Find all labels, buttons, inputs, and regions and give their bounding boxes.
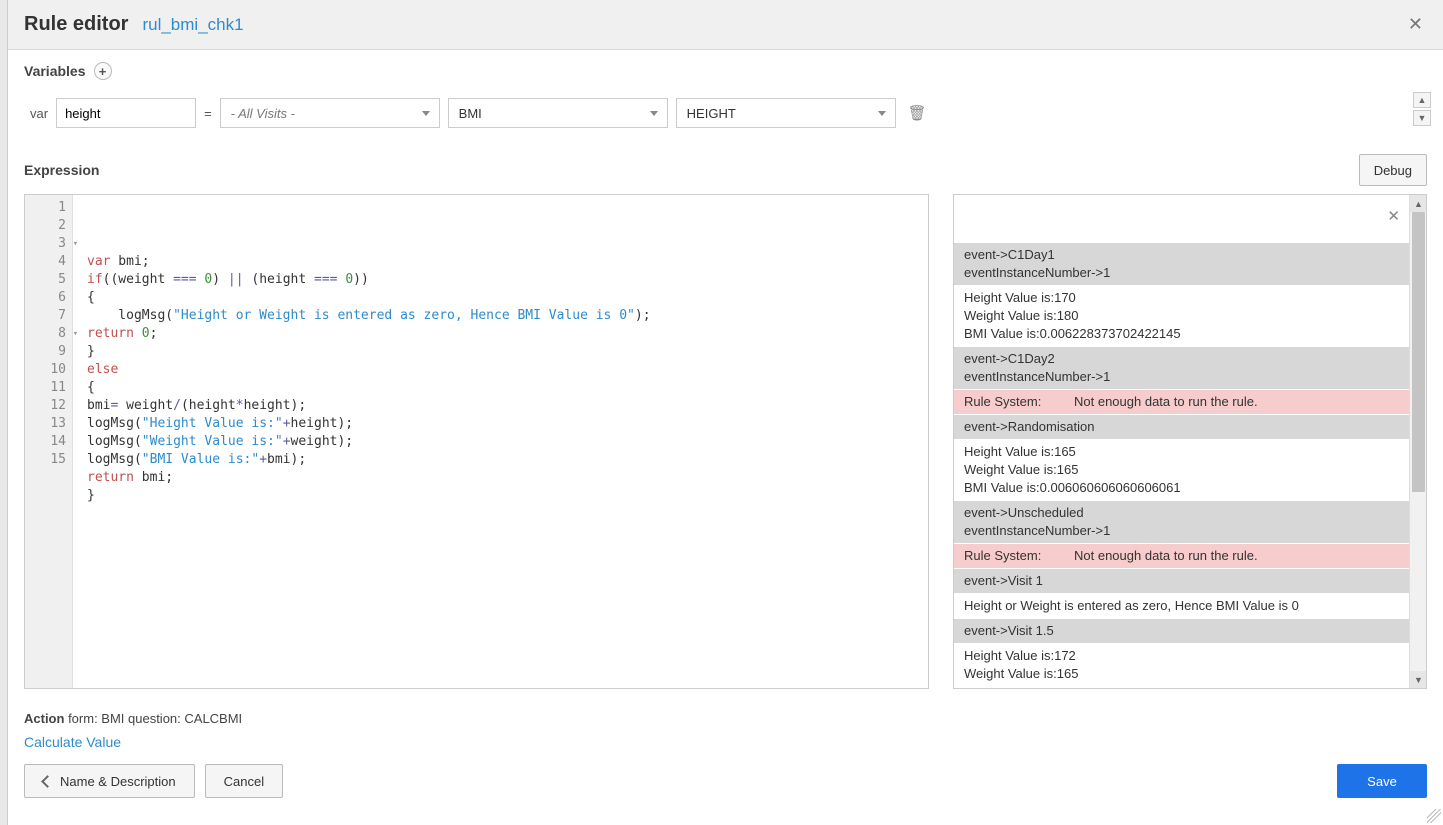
debug-row: Height Value is:170Weight Value is:180BM… [954, 286, 1409, 347]
debug-row: event->Randomisation [954, 415, 1409, 440]
debug-row: event->C1Day2eventInstanceNumber->1 [954, 347, 1409, 390]
debug-row: Height Value is:172Weight Value is:165 [954, 644, 1409, 687]
save-button[interactable]: Save [1337, 764, 1427, 798]
field-select[interactable]: HEIGHT [676, 98, 896, 128]
form-select[interactable]: BMI [448, 98, 668, 128]
calculate-value-link[interactable]: Calculate Value [24, 734, 1427, 750]
scroll-down-icon[interactable]: ▼ [1410, 671, 1427, 688]
variable-name-input[interactable] [56, 98, 196, 128]
visits-select[interactable]: - All Visits - [220, 98, 440, 128]
variable-scroll: ▲ ▼ [1413, 92, 1431, 126]
equals-label: = [204, 106, 212, 121]
dialog-header: Rule editor rul_bmi_chk1 ✕ [8, 0, 1443, 50]
variable-scroll-up[interactable]: ▲ [1413, 92, 1431, 108]
action-summary: Action form: BMI question: CALCBMI [24, 711, 1427, 726]
debug-row: event->Visit 1 [954, 569, 1409, 594]
code-editor[interactable]: 123456789101112131415 var bmi;if((weight… [24, 194, 929, 689]
variables-label: Variables + [24, 62, 1427, 80]
debug-row: Rule System:Not enough data to run the r… [954, 390, 1409, 415]
debug-panel: ✕ event->C1Day1eventInstanceNumber->1Hei… [953, 194, 1427, 689]
editor-code[interactable]: var bmi;if((weight === 0) || (height ===… [73, 195, 928, 688]
debug-output: event->C1Day1eventInstanceNumber->1Heigh… [954, 195, 1409, 688]
resize-grip-icon[interactable] [1427, 809, 1441, 823]
scroll-thumb[interactable] [1412, 212, 1425, 492]
debug-row: event->Visit 1.5 [954, 619, 1409, 644]
debug-scrollbar[interactable]: ▲ ▼ [1409, 195, 1426, 688]
debug-row: Height Value is:165Weight Value is:165BM… [954, 440, 1409, 501]
close-icon[interactable]: ✕ [1404, 10, 1427, 39]
chevron-left-icon [43, 774, 54, 789]
var-keyword: var [30, 106, 48, 121]
variable-scroll-down[interactable]: ▼ [1413, 110, 1431, 126]
debug-row: event->C1Day1eventInstanceNumber->1 [954, 243, 1409, 286]
delete-variable-icon[interactable]: 🗑 [904, 100, 931, 126]
left-strip [0, 0, 8, 825]
scroll-up-icon[interactable]: ▲ [1410, 195, 1427, 212]
rule-name: rul_bmi_chk1 [142, 15, 243, 35]
expression-label: Expression [24, 162, 99, 178]
debug-button[interactable]: Debug [1359, 154, 1427, 186]
editor-gutter: 123456789101112131415 [25, 195, 73, 688]
debug-row [954, 195, 1409, 243]
dialog-title: Rule editor [24, 13, 128, 36]
variable-row: var = - All Visits - BMI HEIGHT 🗑 [30, 98, 1427, 128]
cancel-button[interactable]: Cancel [205, 764, 283, 798]
add-variable-button[interactable]: + [94, 62, 112, 80]
debug-row: event->UnscheduledeventInstanceNumber->1 [954, 501, 1409, 544]
debug-row: Rule System:Not enough data to run the r… [954, 544, 1409, 569]
debug-row: Height or Weight is entered as zero, Hen… [954, 594, 1409, 619]
debug-close-icon[interactable]: ✕ [1387, 207, 1400, 225]
name-description-button[interactable]: Name & Description [24, 764, 195, 798]
